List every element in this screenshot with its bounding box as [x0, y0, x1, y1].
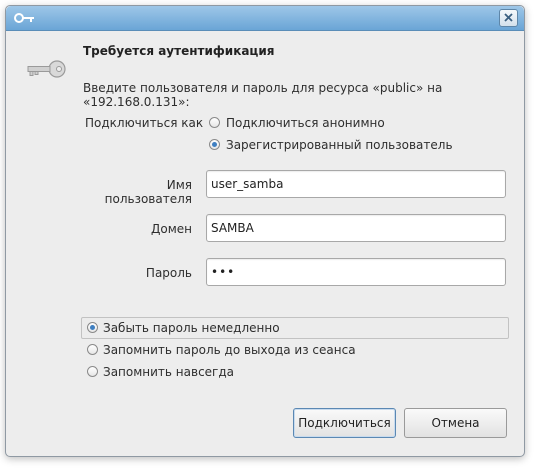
- domain-label: Домен: [151, 222, 192, 236]
- password-input[interactable]: •••: [206, 258, 506, 286]
- auth-dialog-window: Требуется аутентификация Введите пользов…: [5, 5, 525, 457]
- close-button[interactable]: [499, 9, 518, 27]
- domain-input[interactable]: SAMBA: [206, 214, 506, 242]
- password-label: Пароль: [145, 266, 192, 280]
- cancel-button[interactable]: Отмена: [404, 408, 507, 438]
- radio-registered-user-label[interactable]: Зарегистрированный пользователь: [226, 138, 453, 152]
- dialog-heading: Требуется аутентификация: [83, 44, 275, 58]
- radio-remember-session[interactable]: [87, 344, 98, 355]
- radio-anonymous[interactable]: [209, 117, 220, 128]
- username-input[interactable]: user_samba: [206, 170, 506, 198]
- radio-anonymous-label[interactable]: Подключиться анонимно: [226, 116, 385, 130]
- key-icon: [27, 60, 66, 78]
- username-label: Имя пользователя: [104, 178, 192, 206]
- close-icon: [504, 13, 513, 22]
- radio-remember-session-label[interactable]: Запомнить пароль до выхода из сеанса: [103, 343, 356, 357]
- connect-button[interactable]: Подключиться: [293, 408, 396, 438]
- radio-remember-forever-label[interactable]: Запомнить навсегда: [103, 365, 234, 379]
- radio-forget-immediately-label[interactable]: Забыть пароль немедленно: [103, 321, 280, 335]
- radio-forget-immediately[interactable]: [87, 322, 98, 333]
- radio-remember-forever[interactable]: [87, 366, 98, 377]
- dialog-description: Введите пользователя и пароль для ресурс…: [83, 81, 443, 109]
- title-bar[interactable]: [6, 6, 524, 31]
- radio-registered-user[interactable]: [209, 139, 220, 150]
- connect-as-label: Подключиться как: [85, 116, 204, 130]
- key-icon: [14, 13, 34, 23]
